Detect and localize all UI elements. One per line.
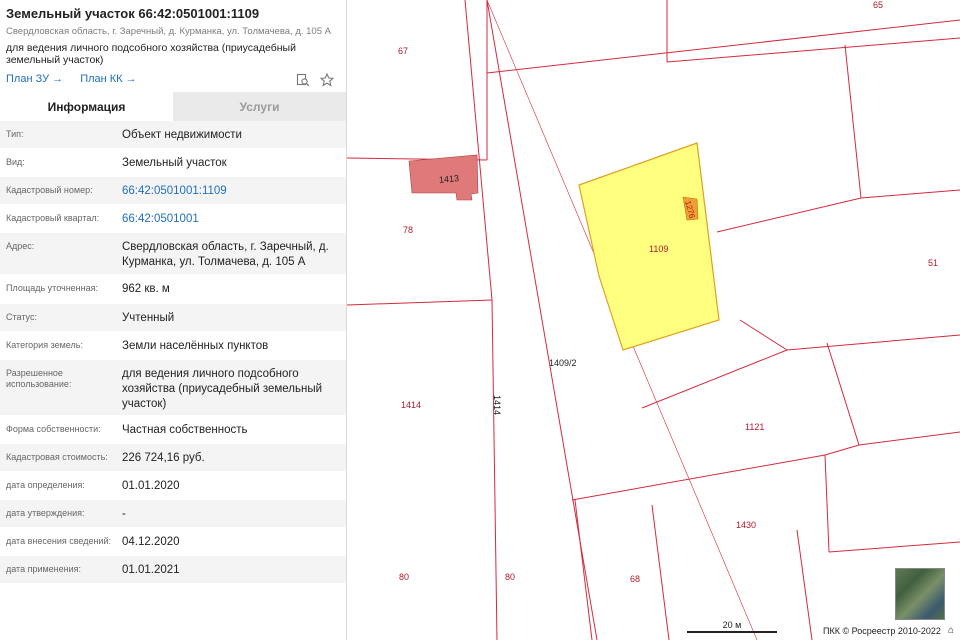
info-label: дата применения: bbox=[6, 564, 82, 574]
info-label: Адрес: bbox=[6, 241, 35, 251]
parcel-label[interactable]: 1409/2 bbox=[549, 358, 577, 368]
parcel-label[interactable]: 67 bbox=[398, 46, 408, 56]
info-label: Кадастровый квартал: bbox=[6, 213, 100, 223]
info-row-type: Тип: Объект недвижимости bbox=[0, 121, 346, 149]
info-row-status: Статус: Учтенный bbox=[0, 304, 346, 332]
parcel-label[interactable]: 1414 bbox=[492, 395, 502, 415]
info-row-approval-date: дата утверждения: - bbox=[0, 500, 346, 528]
map-scale: 20 м bbox=[687, 620, 777, 634]
info-label: Тип: bbox=[6, 129, 24, 139]
parcel-label[interactable]: 1414 bbox=[401, 400, 421, 410]
scale-label: 20 м bbox=[722, 620, 742, 630]
info-value: - bbox=[122, 508, 126, 520]
info-row-cadastral-quarter: Кадастровый квартал: 66:42:0501001 bbox=[0, 205, 346, 233]
info-row-land-category: Категория земель: Земли населённых пункт… bbox=[0, 332, 346, 360]
star-icon[interactable] bbox=[320, 73, 334, 87]
cadastral-map[interactable]: 65 67 1413 78 1109 1276 51 1409/2 1414 1… bbox=[347, 0, 960, 640]
info-row-application-date: дата применения: 01.01.2021 bbox=[0, 556, 346, 584]
info-value: 226 724,16 руб. bbox=[122, 452, 205, 464]
info-row-entry-date: дата внесения сведений: 04.12.2020 bbox=[0, 528, 346, 556]
tab-information[interactable]: Информация bbox=[0, 92, 173, 121]
cadastral-quarter-link[interactable]: 66:42:0501001 bbox=[116, 205, 346, 227]
plan-zu-link[interactable]: План ЗУ → bbox=[6, 73, 63, 85]
cadastral-number-link[interactable]: 66:42:0501001:1109 bbox=[116, 177, 346, 199]
object-header: Земельный участок 66:42:0501001:1109 Све… bbox=[0, 0, 346, 92]
info-label: дата внесения сведений: bbox=[6, 536, 111, 546]
home-icon[interactable]: ⌂ bbox=[948, 625, 954, 636]
info-value: Учтенный bbox=[122, 312, 175, 324]
info-value: Объект недвижимости bbox=[122, 129, 242, 141]
info-panel: Земельный участок 66:42:0501001:1109 Све… bbox=[0, 0, 347, 640]
building-label[interactable]: 1413 bbox=[439, 173, 460, 185]
info-label: Вид: bbox=[6, 157, 25, 167]
tab-services[interactable]: Услуги bbox=[173, 92, 346, 121]
info-label: дата утверждения: bbox=[6, 508, 85, 518]
selected-parcel-label[interactable]: 1109 bbox=[649, 244, 668, 254]
parcel-label[interactable]: 80 bbox=[399, 572, 409, 582]
info-value: Земельный участок bbox=[122, 157, 227, 169]
info-value: Свердловская область, г. Заречный, д. Ку… bbox=[122, 241, 329, 268]
parcel-boundaries bbox=[347, 0, 960, 640]
object-title: Земельный участок 66:42:0501001:1109 bbox=[6, 6, 260, 21]
info-value: 01.01.2021 bbox=[122, 564, 180, 576]
info-row-address: Адрес: Свердловская область, г. Заречный… bbox=[0, 233, 346, 275]
info-label: Кадастровая стоимость: bbox=[6, 452, 108, 462]
info-value: для ведения личного подсобного хозяйства… bbox=[122, 368, 323, 410]
object-usage: для ведения личного подсобного хозяйства… bbox=[6, 42, 296, 66]
parcel-label[interactable]: 1121 bbox=[745, 422, 764, 432]
info-label: Статус: bbox=[6, 312, 37, 322]
info-row-cadastral-number: Кадастровый номер: 66:42:0501001:1109 bbox=[0, 177, 346, 205]
info-label: дата определения: bbox=[6, 480, 85, 490]
parcel-label[interactable]: 65 bbox=[873, 0, 883, 10]
plan-kk-link[interactable]: План КК → bbox=[80, 73, 136, 85]
parcel-label[interactable]: 51 bbox=[928, 258, 938, 268]
satellite-layer-toggle[interactable] bbox=[895, 568, 945, 620]
info-value: Частная собственность bbox=[122, 424, 248, 436]
panel-tabs: Информация Услуги bbox=[0, 92, 346, 121]
plan-links: План ЗУ → План КК → bbox=[6, 73, 340, 89]
info-label: Площадь уточненная: bbox=[6, 283, 98, 293]
object-address: Свердловская область, г. Заречный, д. Ку… bbox=[6, 26, 331, 37]
parcel-label[interactable]: 68 bbox=[630, 574, 640, 584]
info-label: Разрешенное использование: bbox=[6, 368, 72, 389]
info-value: 04.12.2020 bbox=[122, 536, 180, 548]
info-row-determination-date: дата определения: 01.01.2020 bbox=[0, 472, 346, 500]
info-label: Кадастровый номер: bbox=[6, 185, 93, 195]
info-row-area: Площадь уточненная: 962 кв. м bbox=[0, 275, 346, 304]
search-document-icon[interactable] bbox=[296, 73, 310, 87]
scale-bar bbox=[687, 631, 777, 633]
info-row-kind: Вид: Земельный участок bbox=[0, 149, 346, 177]
info-label: Категория земель: bbox=[6, 340, 83, 350]
copyright-text: ПКК © Росреестр 2010-2022 bbox=[823, 626, 941, 636]
info-row-cadastral-value: Кадастровая стоимость: 226 724,16 руб. bbox=[0, 444, 346, 472]
info-value: 01.01.2020 bbox=[122, 480, 180, 492]
parcel-label[interactable]: 80 bbox=[505, 572, 515, 582]
parcel-label[interactable]: 1430 bbox=[736, 520, 756, 530]
info-row-ownership: Форма собственности: Частная собственнос… bbox=[0, 416, 346, 444]
info-value: 962 кв. м bbox=[122, 283, 170, 295]
parcel-label[interactable]: 78 bbox=[403, 225, 413, 235]
info-table: Тип: Объект недвижимости Вид: Земельный … bbox=[0, 121, 346, 584]
info-row-permitted-use: Разрешенное использование: для ведения л… bbox=[0, 360, 346, 416]
info-label: Форма собственности: bbox=[6, 424, 101, 434]
info-value: Земли населённых пунктов bbox=[122, 340, 269, 352]
